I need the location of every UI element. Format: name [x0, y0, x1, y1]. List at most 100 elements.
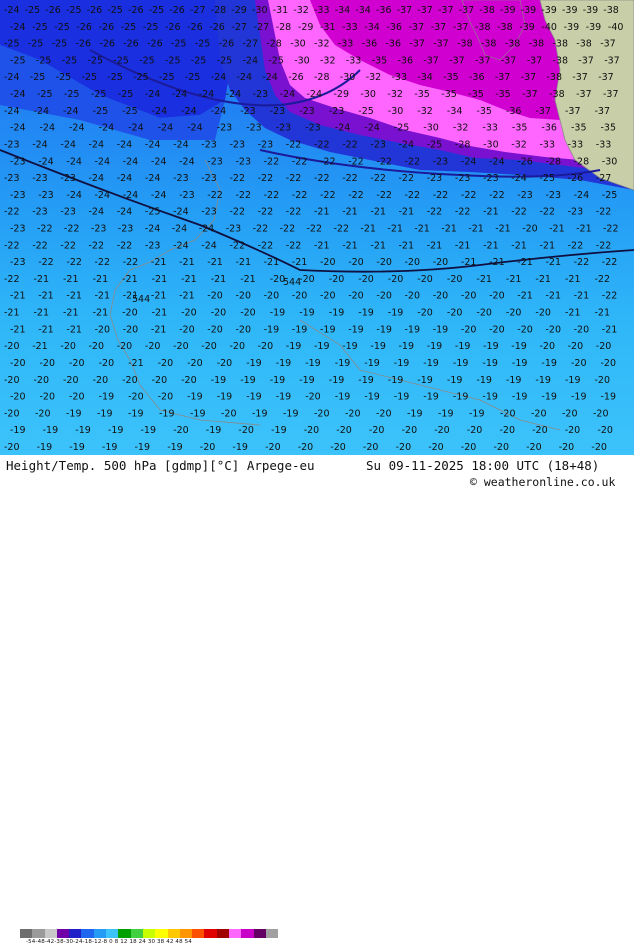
- temperature-label: -25: [191, 55, 207, 66]
- temperature-label: -20: [461, 442, 477, 453]
- temperature-label: -24: [151, 190, 167, 201]
- temperature-label: -24: [461, 156, 477, 167]
- temperature-label: -25: [195, 39, 211, 50]
- temperature-label: -23: [253, 89, 269, 100]
- temperature-label: -38: [547, 72, 563, 83]
- temperature-label: -20: [476, 308, 492, 319]
- temperature-label: -20: [531, 408, 547, 419]
- temperature-label: -20: [348, 291, 364, 302]
- temperature-label: -25: [602, 190, 618, 201]
- temperature-label: -23: [427, 173, 443, 184]
- temperature-label: -19: [252, 408, 268, 419]
- colorbar-swatch: [106, 929, 119, 938]
- temperature-label: -20: [4, 442, 20, 453]
- temperature-label: -22: [603, 224, 619, 235]
- temperature-label: -34: [447, 106, 463, 117]
- temperature-label: -21: [342, 240, 358, 251]
- temperature-label: -22: [38, 257, 54, 268]
- temperature-label: -21: [576, 224, 592, 235]
- temperature-label: -21: [95, 291, 111, 302]
- temperature-label: -28: [211, 5, 227, 16]
- temperature-label: -22: [4, 274, 20, 285]
- temperature-label: -20: [369, 425, 385, 436]
- temperature-label: -19: [102, 442, 118, 453]
- temperature-label: -21: [483, 207, 499, 218]
- temperature-label: -28: [455, 140, 471, 151]
- temperature-label: -22: [95, 257, 111, 268]
- temperature-label: -19: [423, 392, 439, 403]
- temperature-label: -24: [63, 106, 79, 117]
- temperature-label: -19: [135, 442, 151, 453]
- temperature-label: -21: [211, 274, 227, 285]
- temperature-label: -24: [399, 140, 415, 151]
- temperature-label: -39: [583, 5, 599, 16]
- temperature-label: -25: [66, 5, 82, 16]
- temperature-label: -21: [495, 224, 511, 235]
- temperature-label: -20: [489, 324, 505, 335]
- temperature-label: -20: [329, 274, 345, 285]
- temperature-label: -19: [276, 358, 292, 369]
- temperature-label: -20: [63, 375, 79, 386]
- temperature-label: -20: [405, 291, 421, 302]
- temperature-label: -21: [122, 274, 138, 285]
- temperature-label: -20: [95, 324, 111, 335]
- temperature-label: -38: [479, 5, 495, 16]
- temperature-label: -21: [399, 207, 415, 218]
- temperature-label: -19: [232, 442, 248, 453]
- temperature-label: -23: [201, 173, 217, 184]
- weather-map: 544 544 -24 -25 -26 -25 -26 -25 -26 -25 -26 -27 -2…: [0, 0, 634, 490]
- temperature-label: -20: [258, 341, 274, 352]
- temperature-label: -19: [394, 392, 410, 403]
- temperature-label: -33: [540, 140, 556, 151]
- colorbar-swatch: [93, 929, 107, 938]
- temperature-label: -25: [107, 5, 123, 16]
- temperature-label: -20: [122, 375, 138, 386]
- temperature-label: -20: [506, 308, 522, 319]
- temperature-label: -37: [600, 39, 616, 50]
- temperature-label: -19: [453, 358, 469, 369]
- temperature-label: -38: [549, 89, 565, 100]
- temperature-label: -28: [314, 72, 330, 83]
- temperature-label: -19: [286, 341, 302, 352]
- temperature-label: -21: [10, 324, 26, 335]
- temperature-label: -20: [123, 324, 139, 335]
- temperature-label: -20: [217, 358, 233, 369]
- temperature-label: -28: [546, 156, 562, 167]
- temperature-label: -21: [314, 240, 330, 251]
- temperature-label: -20: [500, 425, 516, 436]
- temperature-label: -26: [128, 5, 144, 16]
- temperature-label: -22: [348, 156, 364, 167]
- temperature-label: -37: [495, 72, 511, 83]
- temperature-label: -21: [370, 240, 386, 251]
- temperature-label: -22: [258, 173, 274, 184]
- temperature-label: -19: [217, 392, 233, 403]
- temperature-label: -24: [40, 123, 56, 134]
- temperature-label: -20: [447, 308, 463, 319]
- temperature-label: -22: [489, 190, 505, 201]
- temperature-label: -19: [211, 375, 227, 386]
- temperature-label: -20: [402, 425, 418, 436]
- temperature-label: -19: [438, 408, 454, 419]
- temperature-label: -22: [568, 240, 584, 251]
- temperature-label: -25: [25, 5, 41, 16]
- temperature-label: -21: [63, 308, 79, 319]
- temperature-label: -21: [483, 240, 499, 251]
- temperature-label: -20: [500, 408, 516, 419]
- temperature-label: -26: [45, 5, 61, 16]
- temperature-label: -37: [535, 106, 551, 117]
- temperature-label: -20: [532, 425, 548, 436]
- temperature-label: -36: [386, 22, 402, 33]
- temperature-label: -21: [565, 274, 581, 285]
- temperature-label: -19: [399, 341, 415, 352]
- temperature-label: -20: [433, 257, 449, 268]
- temperature-label: -22: [64, 224, 80, 235]
- temperature-label: -20: [601, 358, 617, 369]
- temperature-label: -25: [10, 55, 26, 66]
- temperature-label: -21: [123, 291, 139, 302]
- temperature-label: -22: [230, 207, 246, 218]
- temperature-label: -24: [199, 89, 215, 100]
- temperature-label: -31: [273, 5, 289, 16]
- temperature-label: -21: [595, 308, 611, 319]
- temperature-label: -27: [231, 22, 247, 33]
- temperature-label: -26: [76, 39, 92, 50]
